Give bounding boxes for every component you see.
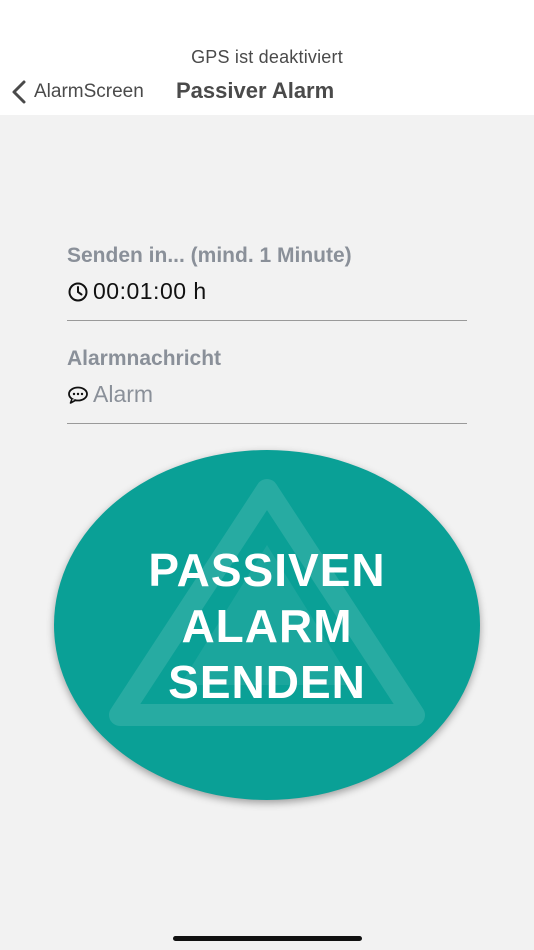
chevron-left-icon (12, 80, 26, 104)
send-delay-value[interactable]: 00:01:00 h (93, 278, 207, 305)
alarm-label-line-1: PASSIVEN (148, 544, 386, 596)
alarm-message-input[interactable] (93, 381, 393, 408)
back-label: AlarmScreen (34, 81, 144, 102)
send-passive-alarm-button[interactable]: PASSIVEN ALARM SENDEN (54, 450, 480, 800)
send-delay-label: Senden in... (mind. 1 Minute) (67, 244, 352, 267)
alarm-message-field[interactable]: Alarmnachricht (67, 343, 467, 424)
passive-alarm-screen: GPS ist deaktiviert AlarmScreen Passiver… (0, 0, 534, 950)
send-passive-alarm-label: PASSIVEN ALARM SENDEN (54, 542, 480, 710)
alarm-message-label: Alarmnachricht (67, 347, 222, 370)
home-indicator[interactable] (173, 936, 362, 941)
page-title: Passiver Alarm (176, 78, 335, 103)
send-delay-row[interactable]: 00:01:00 h (67, 278, 467, 305)
chat-bubble-icon (68, 386, 88, 404)
alarm-label-line-2: ALARM (181, 600, 353, 652)
back-button[interactable]: AlarmScreen (8, 76, 144, 108)
clock-icon (68, 282, 88, 301)
alarm-message-row[interactable] (67, 381, 467, 408)
alarm-label-line-3: SENDEN (168, 656, 366, 708)
send-delay-field[interactable]: Senden in... (mind. 1 Minute) 00:01:00 h (67, 240, 467, 321)
navigation-header: GPS ist deaktiviert AlarmScreen Passiver… (0, 0, 534, 115)
gps-status-text: GPS ist deaktiviert (191, 47, 343, 67)
